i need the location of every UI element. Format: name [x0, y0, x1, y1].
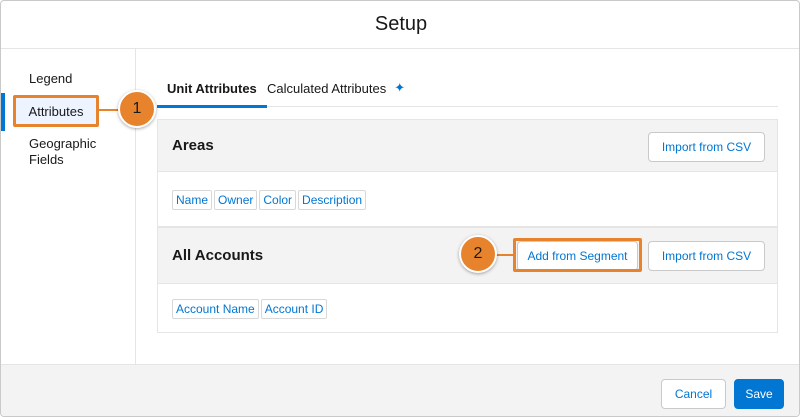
field-pill[interactable]: Account ID — [260, 299, 328, 319]
callout-connector — [495, 254, 515, 256]
field-pill[interactable]: Account Name — [172, 299, 259, 319]
modal-title: Setup — [374, 13, 428, 35]
section-areas: Areas Import from CSV Name Owner Color D… — [157, 119, 778, 227]
save-button[interactable]: Save — [734, 379, 784, 409]
sidebar-item-label: Attributes — [13, 95, 99, 127]
field-pill[interactable]: Description — [298, 190, 367, 210]
section-header: Areas Import from CSV — [158, 120, 777, 172]
tab-label: Calculated Attributes — [267, 80, 387, 96]
field-pill[interactable]: Owner — [214, 190, 258, 210]
section-title: All Accounts — [172, 247, 264, 264]
active-indicator — [1, 93, 5, 131]
sparkle-icon: ✦ — [394, 80, 406, 95]
modal-footer: Cancel Save — [1, 364, 799, 416]
highlight-frame — [513, 238, 642, 272]
tab-bar: Unit Attributes Calculated Attributes ✦ — [157, 69, 778, 108]
sidebar-item-label: Fields — [29, 152, 64, 167]
import-csv-button[interactable]: Import from CSV — [648, 132, 765, 162]
tab-unit-attributes[interactable]: Unit Attributes — [157, 69, 267, 108]
sidebar-item-geographic-fields[interactable]: Geographic Fields — [29, 136, 96, 168]
sidebar-item-attributes[interactable]: Attributes — [1, 93, 135, 131]
tab-calculated-attributes[interactable]: Calculated Attributes ✦ — [267, 69, 405, 107]
sidebar-item-label: Geographic — [29, 136, 97, 151]
import-csv-button[interactable]: Import from CSV — [648, 241, 765, 271]
section-title: Areas — [172, 137, 214, 154]
callout-badge-1: 1 — [118, 90, 156, 128]
field-pill[interactable]: Name — [172, 190, 213, 210]
callout-badge-2: 2 — [459, 235, 497, 273]
field-list: Name Owner Color Description — [172, 190, 368, 210]
sidebar-item-legend[interactable]: Legend — [29, 71, 72, 87]
sidebar: Legend Attributes Geographic Fields — [1, 49, 136, 364]
field-pill[interactable]: Color — [259, 190, 297, 210]
setup-modal: Setup Legend Attributes Geographic Field… — [0, 0, 800, 417]
modal-header: Setup — [1, 1, 799, 49]
field-list: Account Name Account ID — [172, 299, 329, 319]
cancel-button[interactable]: Cancel — [661, 379, 726, 409]
